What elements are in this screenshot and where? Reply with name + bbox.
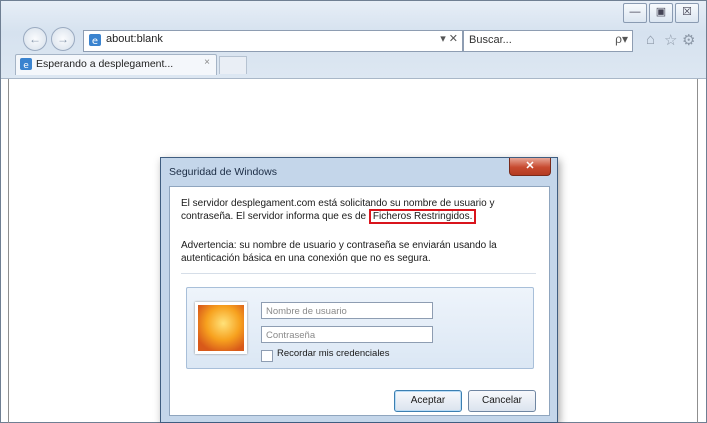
star-icon[interactable]: ☆ [664, 31, 677, 49]
remember-checkbox[interactable] [261, 350, 273, 362]
search-box[interactable]: Buscar... ρ▾ [463, 30, 633, 52]
back-button[interactable]: ← [23, 27, 47, 51]
ie-page-icon: e [20, 58, 32, 70]
browser-window: — ▣ ☒ ← → e about:blank ▾ ✕ Buscar... ρ▾… [0, 0, 707, 423]
cancel-button[interactable]: Cancelar [468, 390, 536, 412]
content-left-border [8, 79, 9, 423]
address-text[interactable]: about:blank [106, 33, 163, 45]
ie-page-icon: e [89, 34, 101, 47]
dialog-body: El servidor desplegament.com está solici… [169, 186, 550, 416]
divider [181, 273, 536, 274]
search-input[interactable]: Buscar... [469, 34, 512, 46]
server-message: El servidor desplegament.com está solici… [181, 197, 541, 224]
minimize-button[interactable]: — [623, 3, 647, 23]
tab-strip: e Esperando a desplegament... × [1, 53, 706, 75]
address-bar[interactable]: e about:blank ▾ ✕ [83, 30, 463, 52]
username-field[interactable]: Nombre de usuario [261, 302, 433, 319]
security-warning: Advertencia: su nombre de usuario y cont… [181, 240, 497, 264]
address-controls-icon[interactable]: ▾ ✕ [440, 32, 458, 45]
windows-security-dialog: Seguridad de Windows ✕ El servidor despl… [160, 157, 558, 423]
maximize-button[interactable]: ▣ [649, 3, 673, 23]
close-window-button[interactable]: ☒ [675, 3, 699, 23]
remember-label[interactable]: Recordar mis credenciales [277, 348, 389, 359]
tab-current[interactable]: e Esperando a desplegament... × [15, 54, 217, 75]
realm-highlight: Ficheros Restringidos. [368, 209, 477, 224]
ok-button[interactable]: Aceptar [394, 390, 462, 412]
tab-label[interactable]: Esperando a desplegament... [36, 58, 173, 70]
search-icon[interactable]: ρ▾ [615, 32, 628, 46]
tab-close-icon[interactable]: × [204, 57, 210, 68]
new-tab-button[interactable] [219, 56, 247, 74]
svg-text:e: e [23, 61, 29, 70]
home-icon[interactable]: ⌂ [646, 31, 655, 48]
svg-text:e: e [92, 36, 98, 47]
credential-tile: Nombre de usuario Contraseña Recordar mi… [186, 287, 534, 369]
content-right-border [697, 79, 698, 423]
content-top-border [1, 78, 706, 79]
password-field[interactable]: Contraseña [261, 326, 433, 343]
forward-button[interactable]: → [51, 27, 75, 51]
browser-chrome: — ▣ ☒ ← → e about:blank ▾ ✕ Buscar... ρ▾… [1, 1, 706, 79]
dialog-title: Seguridad de Windows [169, 166, 277, 178]
dialog-close-button[interactable]: ✕ [509, 158, 551, 176]
gear-icon[interactable]: ⚙ [682, 31, 695, 49]
user-avatar-icon [195, 302, 247, 354]
